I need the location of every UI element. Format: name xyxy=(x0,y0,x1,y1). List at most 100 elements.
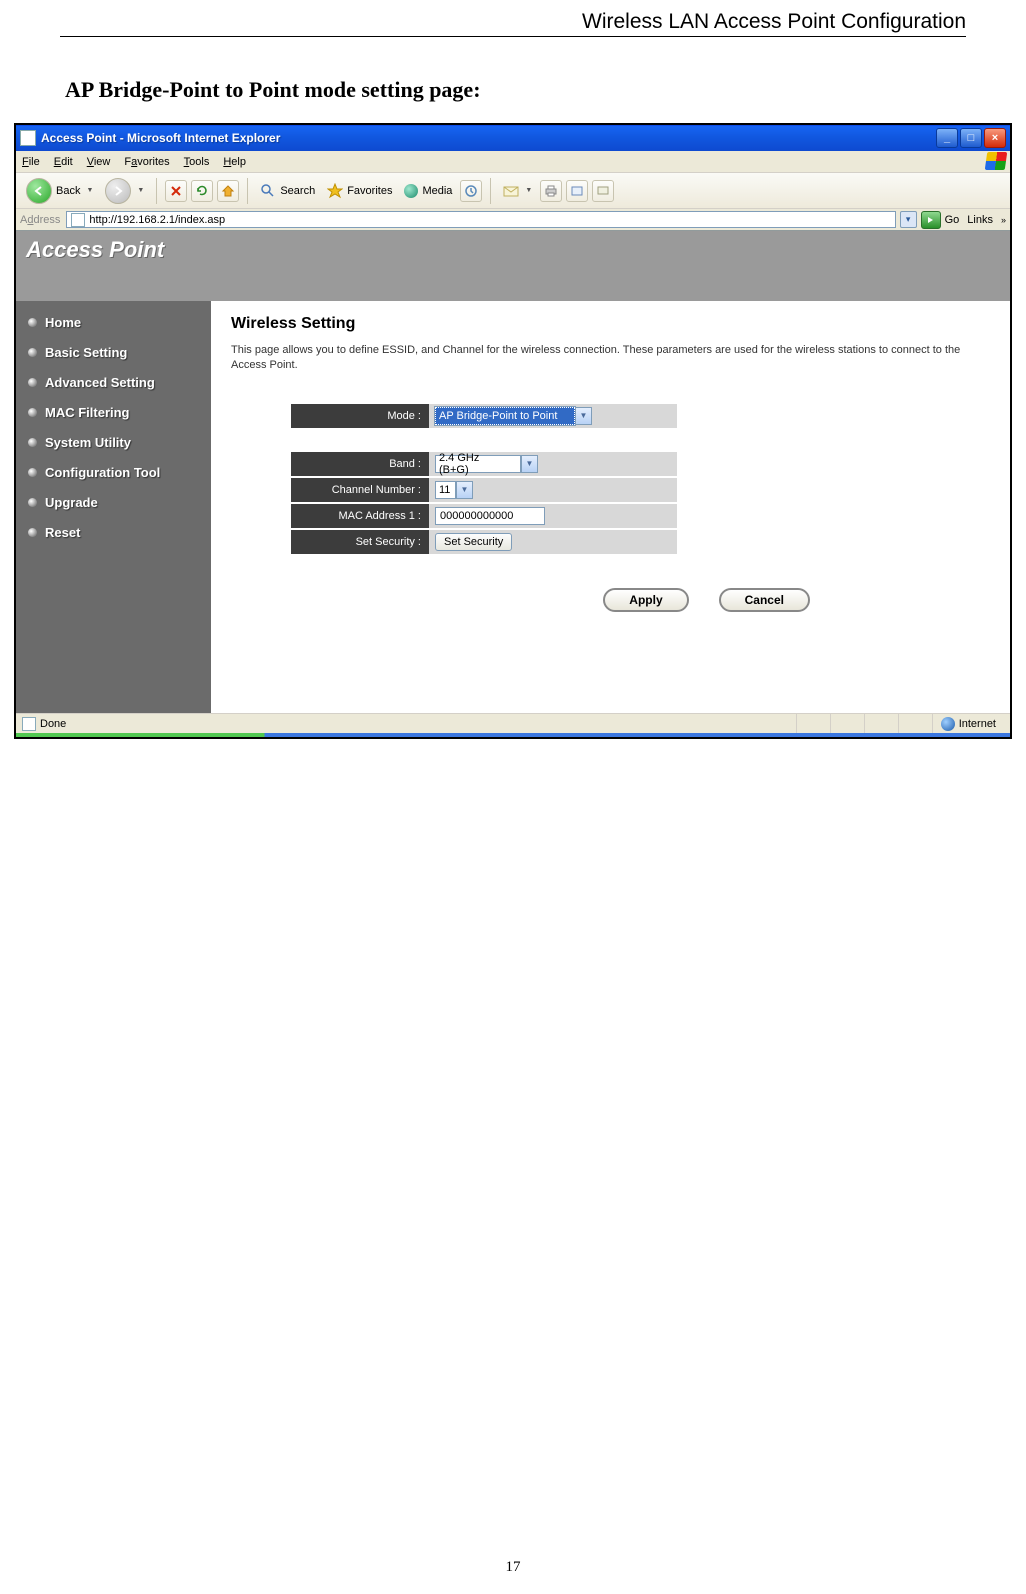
set-security-button[interactable]: Set Security xyxy=(435,533,512,551)
star-icon xyxy=(327,183,343,199)
band-label: Band : xyxy=(291,452,429,476)
section-title: AP Bridge-Point to Point mode setting pa… xyxy=(65,77,1026,103)
dropdown-icon: ▼ xyxy=(86,187,93,194)
internet-zone-icon xyxy=(941,717,955,731)
bullet-icon xyxy=(28,528,37,537)
dropdown-arrow-icon: ▼ xyxy=(575,407,592,425)
menu-favorites[interactable]: Favorites xyxy=(124,156,169,168)
status-cell xyxy=(796,714,830,733)
sidebar: Home Basic Setting Advanced Setting MAC … xyxy=(16,301,211,713)
forward-icon xyxy=(105,178,131,204)
edit-icon xyxy=(570,184,584,198)
channel-select[interactable]: 11 ▼ xyxy=(435,481,456,499)
content-panel: Wireless Setting This page allows you to… xyxy=(211,301,1010,713)
bullet-icon xyxy=(28,438,37,447)
menu-view[interactable]: View xyxy=(87,156,111,168)
mac-address-input[interactable]: 000000000000 xyxy=(435,507,545,525)
print-icon xyxy=(544,184,558,198)
document-header-text: Wireless LAN Access Point Configuration xyxy=(582,10,966,33)
mail-icon xyxy=(503,184,519,198)
search-icon xyxy=(260,183,276,199)
set-security-label: Set Security : xyxy=(291,530,429,554)
go-label: Go xyxy=(945,214,960,226)
search-button[interactable]: Search xyxy=(256,181,319,201)
go-button[interactable] xyxy=(921,211,941,229)
stop-button[interactable] xyxy=(165,180,187,202)
sidebar-item-mac-filtering[interactable]: MAC Filtering xyxy=(28,405,199,420)
print-button[interactable] xyxy=(540,180,562,202)
forward-button[interactable]: ▼ xyxy=(101,176,148,206)
status-cell xyxy=(830,714,864,733)
address-input[interactable]: http://192.168.2.1/index.asp xyxy=(66,211,895,228)
sidebar-item-basic-setting[interactable]: Basic Setting xyxy=(28,345,199,360)
cancel-button[interactable]: Cancel xyxy=(719,588,810,612)
taskbar-strip xyxy=(16,733,1010,737)
menu-bar: FFileile Edit View Favorites Tools Help xyxy=(16,151,1010,173)
settings-form: Mode : AP Bridge-Point to Point ▼ Band : xyxy=(291,404,990,554)
refresh-button[interactable] xyxy=(191,180,213,202)
address-bar: Address http://192.168.2.1/index.asp ▾ G… xyxy=(16,209,1010,231)
status-cell xyxy=(898,714,932,733)
band-select[interactable]: 2.4 GHz (B+G) ▼ xyxy=(435,455,521,473)
apply-button[interactable]: Apply xyxy=(603,588,688,612)
dropdown-icon: ▼ xyxy=(137,187,144,194)
ap-header: Access Point xyxy=(16,231,1010,301)
bullet-icon xyxy=(28,318,37,327)
bullet-icon xyxy=(28,378,37,387)
separator xyxy=(247,178,248,204)
separator xyxy=(156,178,157,204)
page-number: 17 xyxy=(0,1559,1026,1576)
address-dropdown[interactable]: ▾ xyxy=(900,211,917,228)
back-button[interactable]: Back ▼ xyxy=(22,176,97,206)
minimize-button[interactable]: _ xyxy=(936,128,958,148)
separator xyxy=(490,178,491,204)
media-icon xyxy=(404,184,418,198)
dropdown-arrow-icon: ▼ xyxy=(456,481,473,499)
panel-title: Wireless Setting xyxy=(231,315,990,333)
page-icon xyxy=(71,213,85,227)
links-chevron-icon[interactable]: » xyxy=(1001,215,1006,225)
status-cell xyxy=(864,714,898,733)
window-title: Access Point - Microsoft Internet Explor… xyxy=(41,131,936,145)
sidebar-item-reset[interactable]: Reset xyxy=(28,525,199,540)
media-button[interactable]: Media xyxy=(400,182,456,200)
menu-edit[interactable]: Edit xyxy=(54,156,73,168)
dropdown-icon: ▼ xyxy=(525,187,532,194)
security-zone[interactable]: Internet xyxy=(932,714,1004,733)
back-icon xyxy=(26,178,52,204)
bullet-icon xyxy=(28,468,37,477)
mac-address-label: MAC Address 1 : xyxy=(291,504,429,528)
window-titlebar[interactable]: Access Point - Microsoft Internet Explor… xyxy=(16,125,1010,151)
windows-flag-icon xyxy=(986,152,1006,170)
mode-label: Mode : xyxy=(291,404,429,428)
browser-window: Access Point - Microsoft Internet Explor… xyxy=(14,123,1012,739)
discuss-icon xyxy=(596,184,610,198)
maximize-button[interactable]: □ xyxy=(960,128,982,148)
sidebar-item-system-utility[interactable]: System Utility xyxy=(28,435,199,450)
mail-button[interactable]: ▼ xyxy=(499,182,536,200)
close-button[interactable]: × xyxy=(984,128,1006,148)
sidebar-item-upgrade[interactable]: Upgrade xyxy=(28,495,199,510)
discuss-button[interactable] xyxy=(592,180,614,202)
panel-description: This page allows you to define ESSID, an… xyxy=(231,343,990,374)
sidebar-item-home[interactable]: Home xyxy=(28,315,199,330)
menu-help[interactable]: Help xyxy=(223,156,246,168)
favorites-button[interactable]: Favorites xyxy=(323,181,396,201)
mode-select[interactable]: AP Bridge-Point to Point ▼ xyxy=(435,407,575,425)
home-button[interactable] xyxy=(217,180,239,202)
menu-file[interactable]: FFileile xyxy=(22,156,40,168)
address-label: Address xyxy=(20,214,60,226)
bullet-icon xyxy=(28,408,37,417)
bullet-icon xyxy=(28,498,37,507)
menu-tools[interactable]: Tools xyxy=(184,156,210,168)
history-button[interactable] xyxy=(460,180,482,202)
edit-button[interactable] xyxy=(566,180,588,202)
toolbar: Back ▼ ▼ Search Favorites Media xyxy=(16,173,1010,209)
ap-header-title: Access Point xyxy=(26,237,164,262)
page-icon xyxy=(22,717,36,731)
dropdown-arrow-icon: ▼ xyxy=(521,455,538,473)
sidebar-item-advanced-setting[interactable]: Advanced Setting xyxy=(28,375,199,390)
sidebar-item-configuration-tool[interactable]: Configuration Tool xyxy=(28,465,199,480)
bullet-icon xyxy=(28,348,37,357)
links-label[interactable]: Links xyxy=(967,214,993,226)
